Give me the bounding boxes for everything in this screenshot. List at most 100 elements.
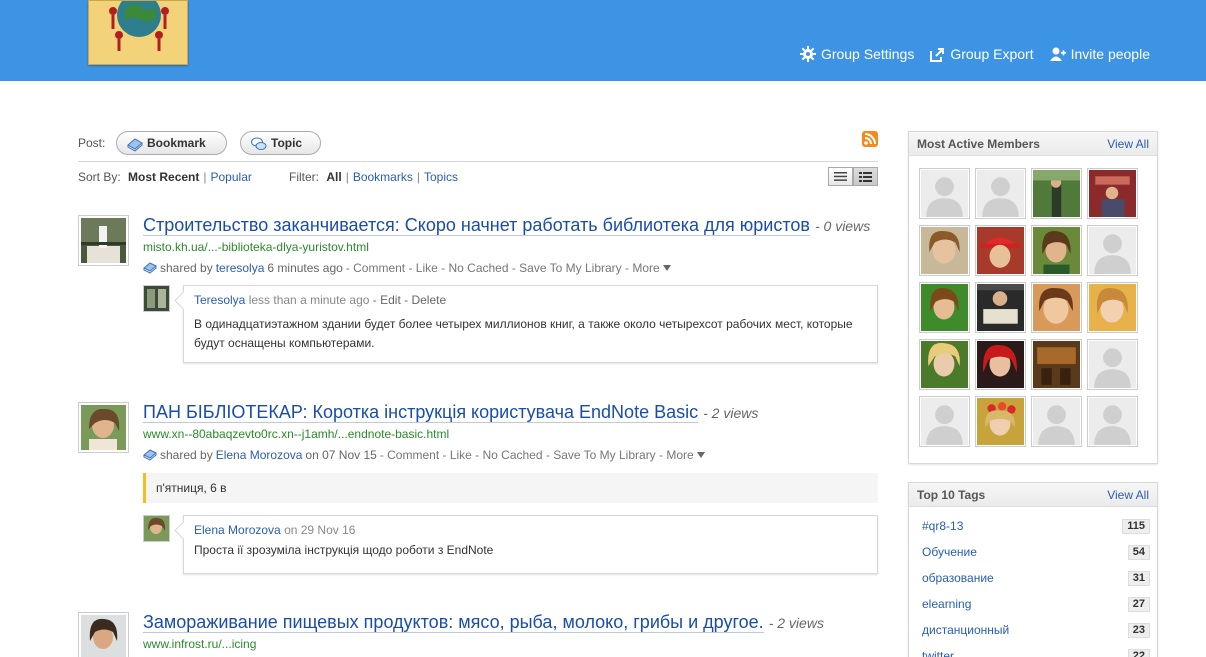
item-actions[interactable]: - Comment - Like - No Cached - Save To M… xyxy=(380,448,694,462)
top-tags-panel: Top 10 Tags View All #qr8-13 115 Обучение 5… xyxy=(908,482,1158,657)
view-all-tags-link[interactable]: View All xyxy=(1107,488,1149,502)
member-avatar[interactable] xyxy=(1087,282,1138,333)
post-label: Post: xyxy=(78,136,106,150)
comment-box: Elena Morozova on 29 Nov 16 Проста ії зр… xyxy=(183,515,878,574)
filter-all[interactable]: All xyxy=(326,170,341,184)
member-avatar[interactable] xyxy=(919,396,970,447)
member-avatar[interactable] xyxy=(1031,225,1082,276)
caret-down-icon[interactable] xyxy=(696,452,705,458)
detail-view-button[interactable] xyxy=(853,167,878,186)
comment-author[interactable]: Elena Morozova xyxy=(194,523,281,537)
tag-count: 31 xyxy=(1127,570,1150,586)
comment-time: less than a minute ago xyxy=(248,293,370,307)
default-user-icon xyxy=(921,398,968,445)
list-view-button[interactable] xyxy=(828,167,853,186)
comment-avatar[interactable] xyxy=(143,515,170,542)
member-avatar[interactable] xyxy=(919,168,970,219)
member-avatar[interactable] xyxy=(1087,168,1138,219)
sort-most-recent[interactable]: Most Recent xyxy=(128,170,199,184)
item-title: ПАН БІБЛІОТЕКАР: Коротка інструкція кори… xyxy=(143,402,758,423)
tag-link[interactable]: образование xyxy=(922,571,994,585)
sort-label: Sort By: xyxy=(78,170,121,184)
member-avatar[interactable] xyxy=(975,396,1026,447)
topic-button[interactable]: Topic xyxy=(240,131,321,155)
view-all-members-link[interactable]: View All xyxy=(1107,137,1149,151)
author-link[interactable]: Elena Morozova xyxy=(216,448,303,462)
sort-popular[interactable]: Popular xyxy=(211,170,252,184)
filter-topics[interactable]: Topics xyxy=(424,170,458,184)
member-avatar[interactable] xyxy=(919,282,970,333)
member-avatar[interactable] xyxy=(975,282,1026,333)
item-title: Замораживание пищевых продуктов: мясо, р… xyxy=(143,612,824,633)
sort-filter-bar: Sort By: Most Recent | Popular Filter: All… xyxy=(78,162,878,192)
comment-actions[interactable]: - Edit - Delete xyxy=(373,293,446,307)
group-settings-link[interactable]: Group Settings xyxy=(799,46,915,62)
item-title-link[interactable]: Замораживание пищевых продуктов: мясо, р… xyxy=(143,612,764,633)
member-photo xyxy=(977,398,1024,445)
member-avatar[interactable] xyxy=(1031,168,1082,219)
member-avatar[interactable] xyxy=(919,225,970,276)
tag-row: Обучение 54 xyxy=(922,539,1150,565)
member-avatar[interactable] xyxy=(1031,282,1082,333)
tag-count: 115 xyxy=(1122,518,1150,534)
tag-row: elearning 27 xyxy=(922,591,1150,617)
timestamp: on 07 Nov 15 xyxy=(305,448,377,462)
member-avatar[interactable] xyxy=(919,339,970,390)
avatar[interactable] xyxy=(78,612,129,657)
member-photo xyxy=(921,284,968,331)
export-icon xyxy=(930,47,945,62)
tag-link[interactable]: #qr8-13 xyxy=(922,519,963,533)
item-title-link[interactable]: Строительство заканчивается: Скоро начне… xyxy=(143,215,810,236)
timestamp: 6 minutes ago xyxy=(267,261,343,275)
member-photo xyxy=(921,227,968,274)
item-title-link[interactable]: ПАН БІБЛІОТЕКАР: Коротка інструкція кори… xyxy=(143,402,699,423)
member-avatar[interactable] xyxy=(1031,339,1082,390)
member-avatar[interactable] xyxy=(1031,396,1082,447)
comment-author[interactable]: Teresolya xyxy=(194,293,245,307)
member-photo xyxy=(1033,170,1080,217)
member-avatar[interactable] xyxy=(1087,225,1138,276)
filter-group: Filter: All | Bookmarks | Topics xyxy=(289,170,458,184)
member-photo xyxy=(1033,227,1080,274)
comment-time: on 29 Nov 16 xyxy=(284,523,356,537)
tag-list: #qr8-13 115 Обучение 54 образование 31 elearni… xyxy=(909,507,1157,657)
item-meta: shared by teresolya 6 minutes ago - Comm… xyxy=(143,261,671,275)
group-settings-label: Group Settings xyxy=(820,46,915,62)
member-photo xyxy=(977,227,1024,274)
member-avatar[interactable] xyxy=(975,339,1026,390)
group-export-label: Group Export xyxy=(950,46,1034,62)
sort-group: Sort By: Most Recent | Popular xyxy=(78,170,252,184)
filter-bookmarks[interactable]: Bookmarks xyxy=(353,170,413,184)
rss-icon[interactable] xyxy=(862,131,878,147)
add-user-icon xyxy=(1049,47,1066,62)
item-actions[interactable]: - Comment - Like - No Cached - Save To M… xyxy=(346,261,660,275)
comment-avatar[interactable] xyxy=(143,285,170,312)
member-avatar[interactable] xyxy=(975,168,1026,219)
invite-people-link[interactable]: Invite people xyxy=(1049,46,1150,62)
tag-link[interactable]: elearning xyxy=(922,597,971,611)
tag-link[interactable]: дистанционный xyxy=(922,623,1009,637)
group-export-link[interactable]: Group Export xyxy=(930,46,1034,62)
tag-count: 54 xyxy=(1127,544,1150,560)
tag-link[interactable]: twitter xyxy=(922,649,954,657)
view-count: - 2 views xyxy=(703,405,759,421)
tag-row: образование 31 xyxy=(922,565,1150,591)
caret-down-icon[interactable] xyxy=(662,265,671,271)
view-count: - 2 views xyxy=(768,615,824,631)
user-photo-thumbnail xyxy=(81,615,126,657)
member-avatar[interactable] xyxy=(1087,339,1138,390)
avatar[interactable] xyxy=(78,402,129,453)
group-logo[interactable] xyxy=(88,0,188,65)
item-title: Строительство заканчивается: Скоро начне… xyxy=(143,215,870,236)
author-link[interactable]: teresolya xyxy=(216,261,265,275)
bookmark-button[interactable]: Bookmark xyxy=(116,131,227,155)
avatar[interactable] xyxy=(78,215,129,266)
shared-by-label: shared by xyxy=(160,261,213,275)
tag-link[interactable]: Обучение xyxy=(922,545,977,559)
bookmark-icon xyxy=(143,449,157,461)
member-avatar[interactable] xyxy=(975,225,1026,276)
default-user-icon xyxy=(977,170,1024,217)
member-avatar[interactable] xyxy=(1087,396,1138,447)
tag-count: 23 xyxy=(1127,622,1150,638)
member-grid xyxy=(909,156,1157,457)
